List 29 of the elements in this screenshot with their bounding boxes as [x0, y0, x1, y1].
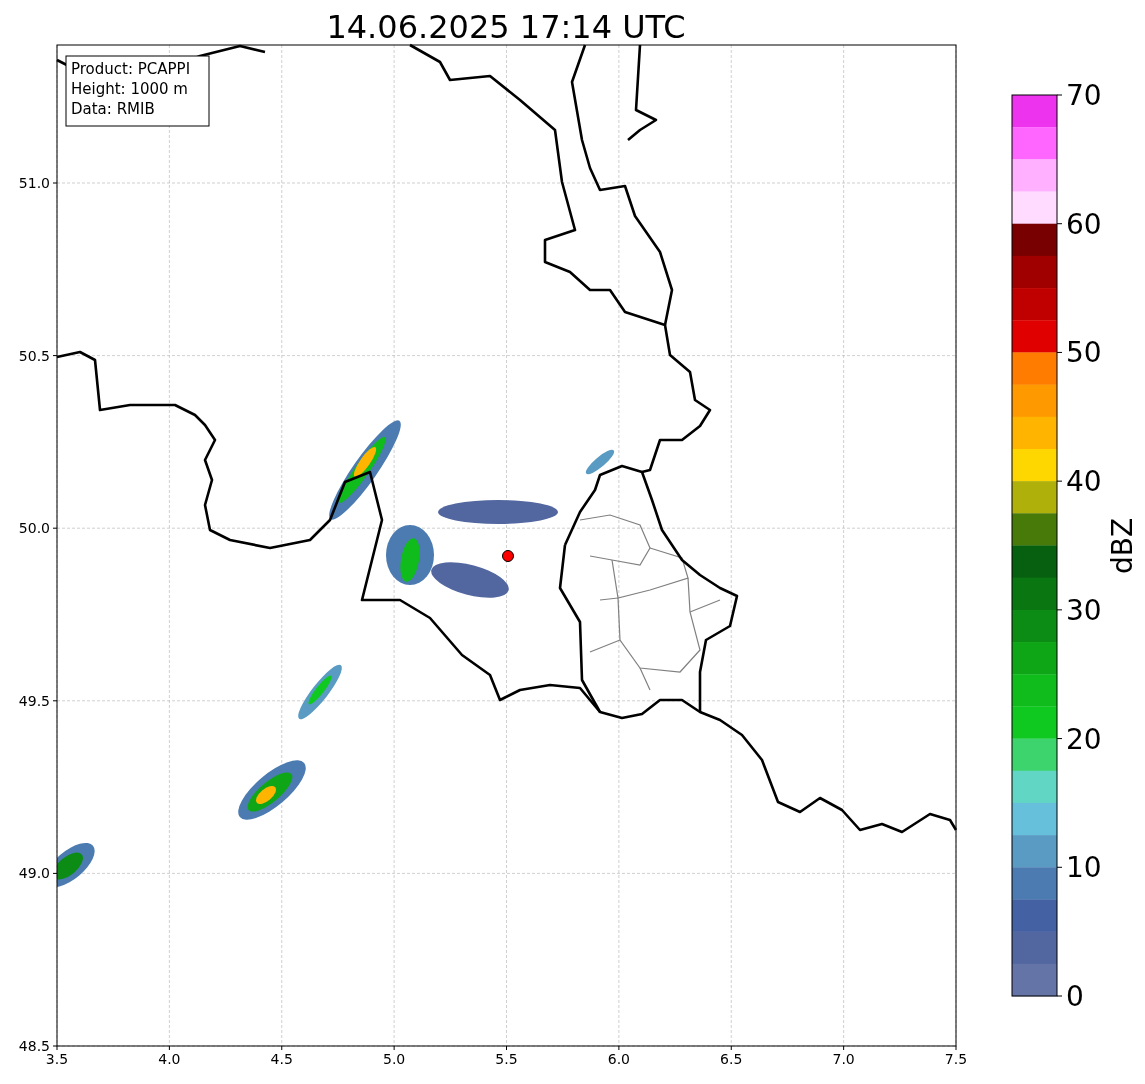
- legend-text: Data: RMIB: [71, 100, 155, 118]
- y-axis-tick-label: 49.0: [18, 865, 50, 882]
- x-axis-tick-label: 4.5: [270, 1051, 293, 1067]
- colorbar-label: dBZ: [1106, 517, 1139, 575]
- x-axis-tick-label: 5.5: [495, 1051, 518, 1067]
- legend-text: Height: 1000 m: [71, 80, 188, 98]
- colorbar-tick-label: 0: [1066, 980, 1084, 1013]
- x-axis-tick-label: 6.0: [607, 1051, 630, 1067]
- colorbar-tick-label: 60: [1066, 207, 1102, 241]
- y-axis-tick-label: 48.5: [18, 1038, 50, 1054]
- colorbar-tick-label: 50: [1066, 336, 1102, 370]
- colorbar-tick-label: 20: [1066, 722, 1102, 756]
- y-axis-tick-label: 51.0: [18, 175, 50, 191]
- colorbar-tick-label: 70: [1066, 79, 1102, 112]
- x-axis-tick-label: 7.0: [832, 1051, 855, 1067]
- figure-title: 14.06.2025 17:14 UTC: [326, 8, 686, 46]
- x-axis-tick-label: 7.5: [944, 1051, 968, 1067]
- y-axis-tick-label: 50.0: [18, 520, 50, 537]
- colorbar-tick-label: 30: [1066, 593, 1102, 627]
- x-axis-tick-label: 5.0: [383, 1051, 406, 1067]
- radar-site-marker: [502, 550, 514, 562]
- colorbar-tick-label: 40: [1066, 465, 1102, 499]
- x-axis-tick-label: 4.0: [158, 1051, 181, 1067]
- colorbar-tick-label: 10: [1066, 851, 1102, 885]
- x-axis-tick-label: 6.5: [720, 1051, 743, 1067]
- y-axis-tick-label: 49.5: [18, 692, 50, 709]
- x-axis-tick-label: 3.5: [45, 1051, 69, 1067]
- y-axis-tick-label: 50.5: [18, 347, 50, 364]
- legend-text: Product: PCAPPI: [71, 60, 191, 78]
